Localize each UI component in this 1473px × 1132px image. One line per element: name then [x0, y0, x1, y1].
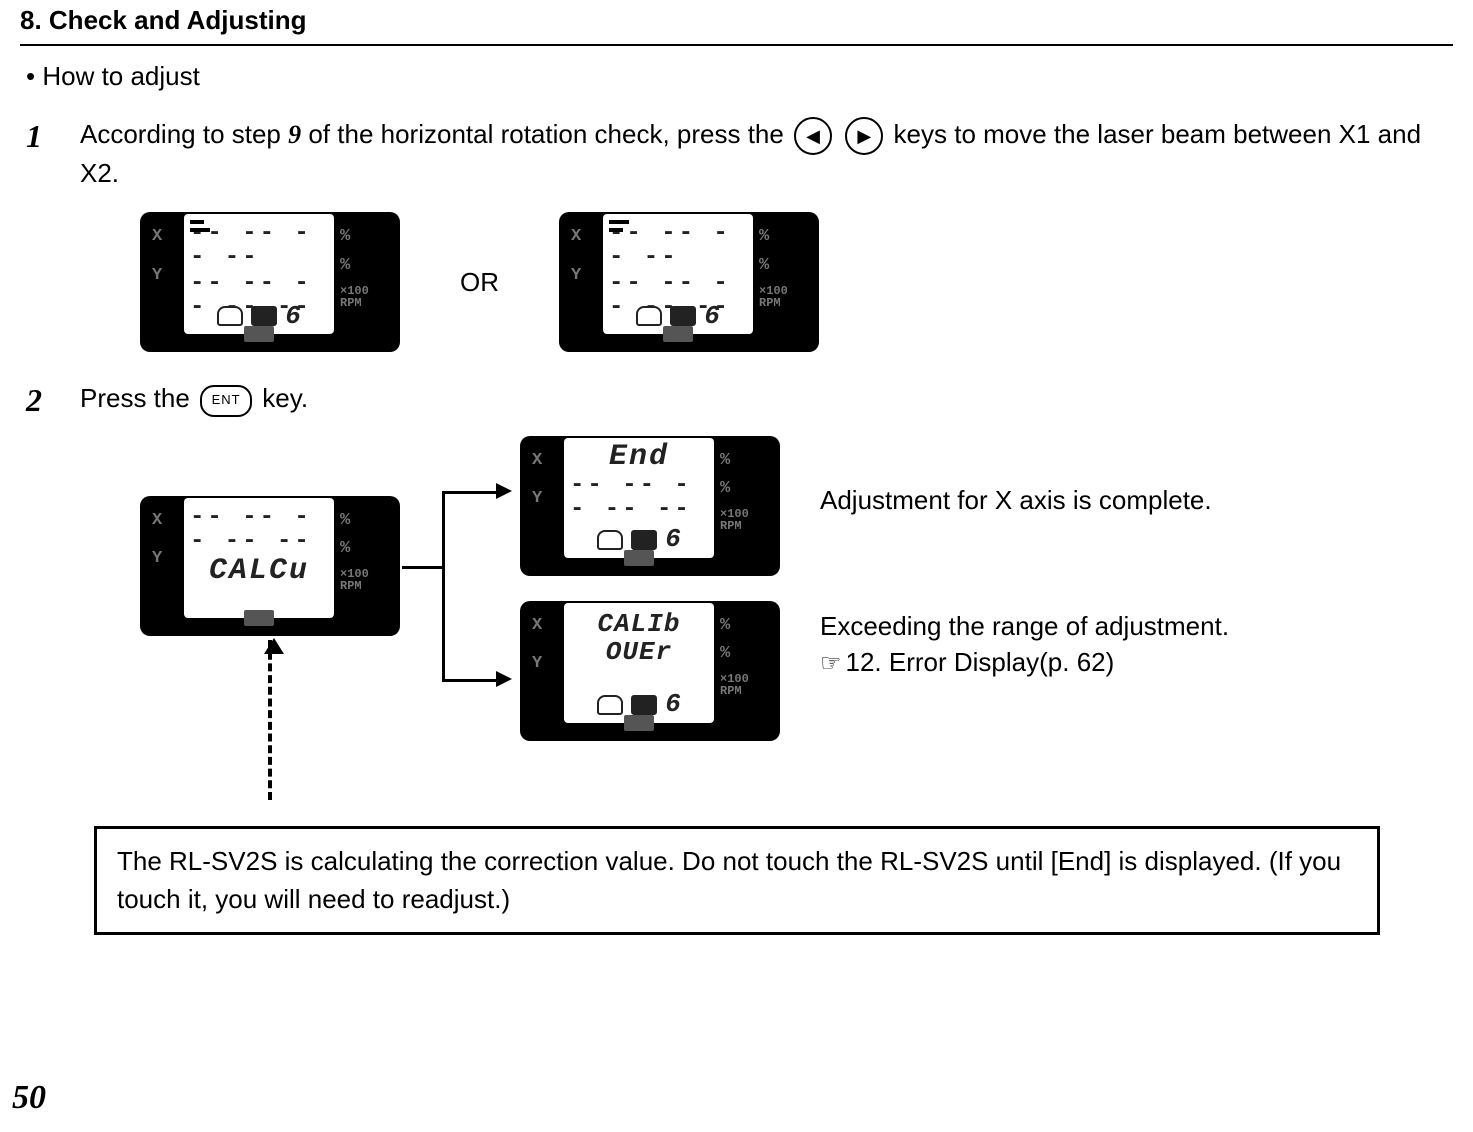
left-arrow-icon: ◀	[806, 123, 820, 149]
lcd-pct2: %	[720, 478, 730, 500]
dashed-arrow	[268, 640, 272, 800]
lcd-rpm2: RPM	[340, 579, 362, 593]
mode-icon	[631, 695, 657, 715]
lcd-a-line1: -- -- -- --	[190, 222, 328, 270]
lcd-calib-over: X Y CALIb OUEr 6 % % ×100RPM	[520, 601, 780, 741]
battery-icon	[624, 550, 654, 566]
how-to-adjust-bullet: • How to adjust	[26, 60, 1453, 94]
lcd-end: X Y End -- -- -- -- -- 6 % % ×100RPM	[520, 436, 780, 576]
battery-icon	[244, 610, 274, 626]
step1-nine: 9	[288, 120, 301, 149]
lcd-pct1: %	[759, 226, 769, 248]
step-1-number: 1	[26, 116, 80, 158]
mode-icon	[251, 306, 277, 326]
step1-mid: of the horizontal rotation check, press …	[301, 119, 791, 149]
lcd-calcu: X Y -- -- -- -- -- CALCu % % ×100RPM	[140, 496, 400, 636]
step-2-number: 2	[26, 380, 80, 422]
right-arrow-button[interactable]: ▶	[845, 117, 883, 155]
lcd-pct2: %	[720, 643, 730, 665]
lcd-pct2: %	[340, 255, 350, 277]
ent-button[interactable]: ENT	[200, 385, 252, 417]
lcd-pct1: %	[340, 510, 350, 532]
note-box: The RL-SV2S is calculating the correctio…	[94, 826, 1380, 935]
step-2: 2 Press the ENT key.	[26, 380, 1453, 422]
flow-line	[442, 679, 498, 682]
lcd-end-line1: End	[609, 442, 669, 472]
lcd-rpm2: RPM	[340, 296, 362, 310]
battery-icon	[624, 715, 654, 731]
lcd-a-digit: 6	[285, 300, 301, 334]
arrow-head-icon	[264, 638, 284, 654]
lcd-calc-line2: CALCu	[209, 556, 309, 586]
lcd-rpm2: RPM	[759, 296, 781, 310]
mode-icon	[631, 530, 657, 550]
lcd-x-label: X	[152, 226, 178, 248]
battery-icon	[663, 326, 693, 342]
step-1: 1 According to step 9 of the horizontal …	[26, 116, 1453, 193]
page-number: 50	[12, 1076, 46, 1120]
lcd-y-label: Y	[152, 548, 178, 570]
mode-icon	[670, 306, 696, 326]
step2-suffix: key.	[262, 383, 308, 413]
right-arrow-icon: ▶	[857, 123, 871, 149]
lcd-x-label: X	[532, 615, 558, 637]
lcd-pct1: %	[340, 226, 350, 248]
lcd-step1-a: X Y -- -- -- -- -- -- -- -- -- 6 %	[140, 212, 400, 352]
lcd-calc-line1: -- -- -- -- --	[190, 506, 328, 554]
note-text: The RL-SV2S is calculating the correctio…	[117, 846, 1341, 914]
lcd-y-label: Y	[532, 488, 558, 510]
annotation-exceed-line1: Exceeding the range of adjustment.	[820, 608, 1229, 644]
section-title: 8. Check and Adjusting	[20, 0, 1453, 38]
lcd-y-label: Y	[152, 265, 178, 287]
lcd-x-label: X	[532, 450, 558, 472]
lcd-pct2: %	[340, 538, 350, 560]
lcd-pct1: %	[720, 615, 730, 637]
lcd-step1-b: X Y -- -- -- -- -- -- -- -- -- 6 %	[559, 212, 819, 352]
left-arrow-button[interactable]: ◀	[794, 117, 832, 155]
arrow-head-icon	[496, 671, 512, 687]
step1-lcd-row: X Y -- -- -- -- -- -- -- -- -- 6 %	[140, 212, 1453, 352]
ent-label: ENT	[212, 391, 241, 410]
lcd-b-line1: -- -- -- --	[609, 222, 747, 270]
lcd-over-line1: CALIb	[597, 611, 680, 637]
flow-line	[402, 566, 442, 569]
lcd-y-label: Y	[571, 265, 597, 287]
pointing-hand-icon: ☞	[820, 650, 842, 677]
section-divider	[20, 44, 1453, 46]
lcd-over-line2: OUEr	[606, 639, 672, 665]
lcd-b-digit: 6	[704, 300, 720, 334]
mask-icon	[636, 306, 662, 326]
lcd-x-label: X	[152, 510, 178, 532]
lcd-rpm2: RPM	[720, 684, 742, 698]
lcd-x-label: X	[571, 226, 597, 248]
battery-icon	[244, 326, 274, 342]
lcd-pct1: %	[720, 450, 730, 472]
lcd-over-digit: 6	[665, 688, 681, 722]
step-2-text: Press the ENT key.	[80, 380, 308, 418]
step-1-text: According to step 9 of the horizontal ro…	[80, 116, 1453, 193]
step1-prefix: According to step	[80, 119, 288, 149]
arrow-head-icon	[496, 483, 512, 499]
mask-icon	[597, 695, 623, 715]
lcd-end-digit: 6	[665, 523, 681, 557]
mask-icon	[217, 306, 243, 326]
or-label: OR	[460, 266, 499, 300]
step2-diagram: X Y -- -- -- -- -- CALCu % % ×100RPM X Y…	[140, 436, 1453, 796]
annotation-exceed: Exceeding the range of adjustment. ☞12. …	[820, 608, 1229, 681]
mask-icon	[597, 530, 623, 550]
flow-line	[442, 491, 445, 681]
lcd-end-line2: -- -- -- -- --	[570, 474, 708, 522]
step2-prefix: Press the	[80, 383, 197, 413]
lcd-pct2: %	[759, 255, 769, 277]
annotation-exceed-ref: 12. Error Display(p. 62)	[846, 647, 1115, 677]
lcd-y-label: Y	[532, 653, 558, 675]
lcd-rpm2: RPM	[720, 519, 742, 533]
annotation-complete: Adjustment for X axis is complete.	[820, 484, 1212, 518]
flow-line	[442, 491, 498, 494]
